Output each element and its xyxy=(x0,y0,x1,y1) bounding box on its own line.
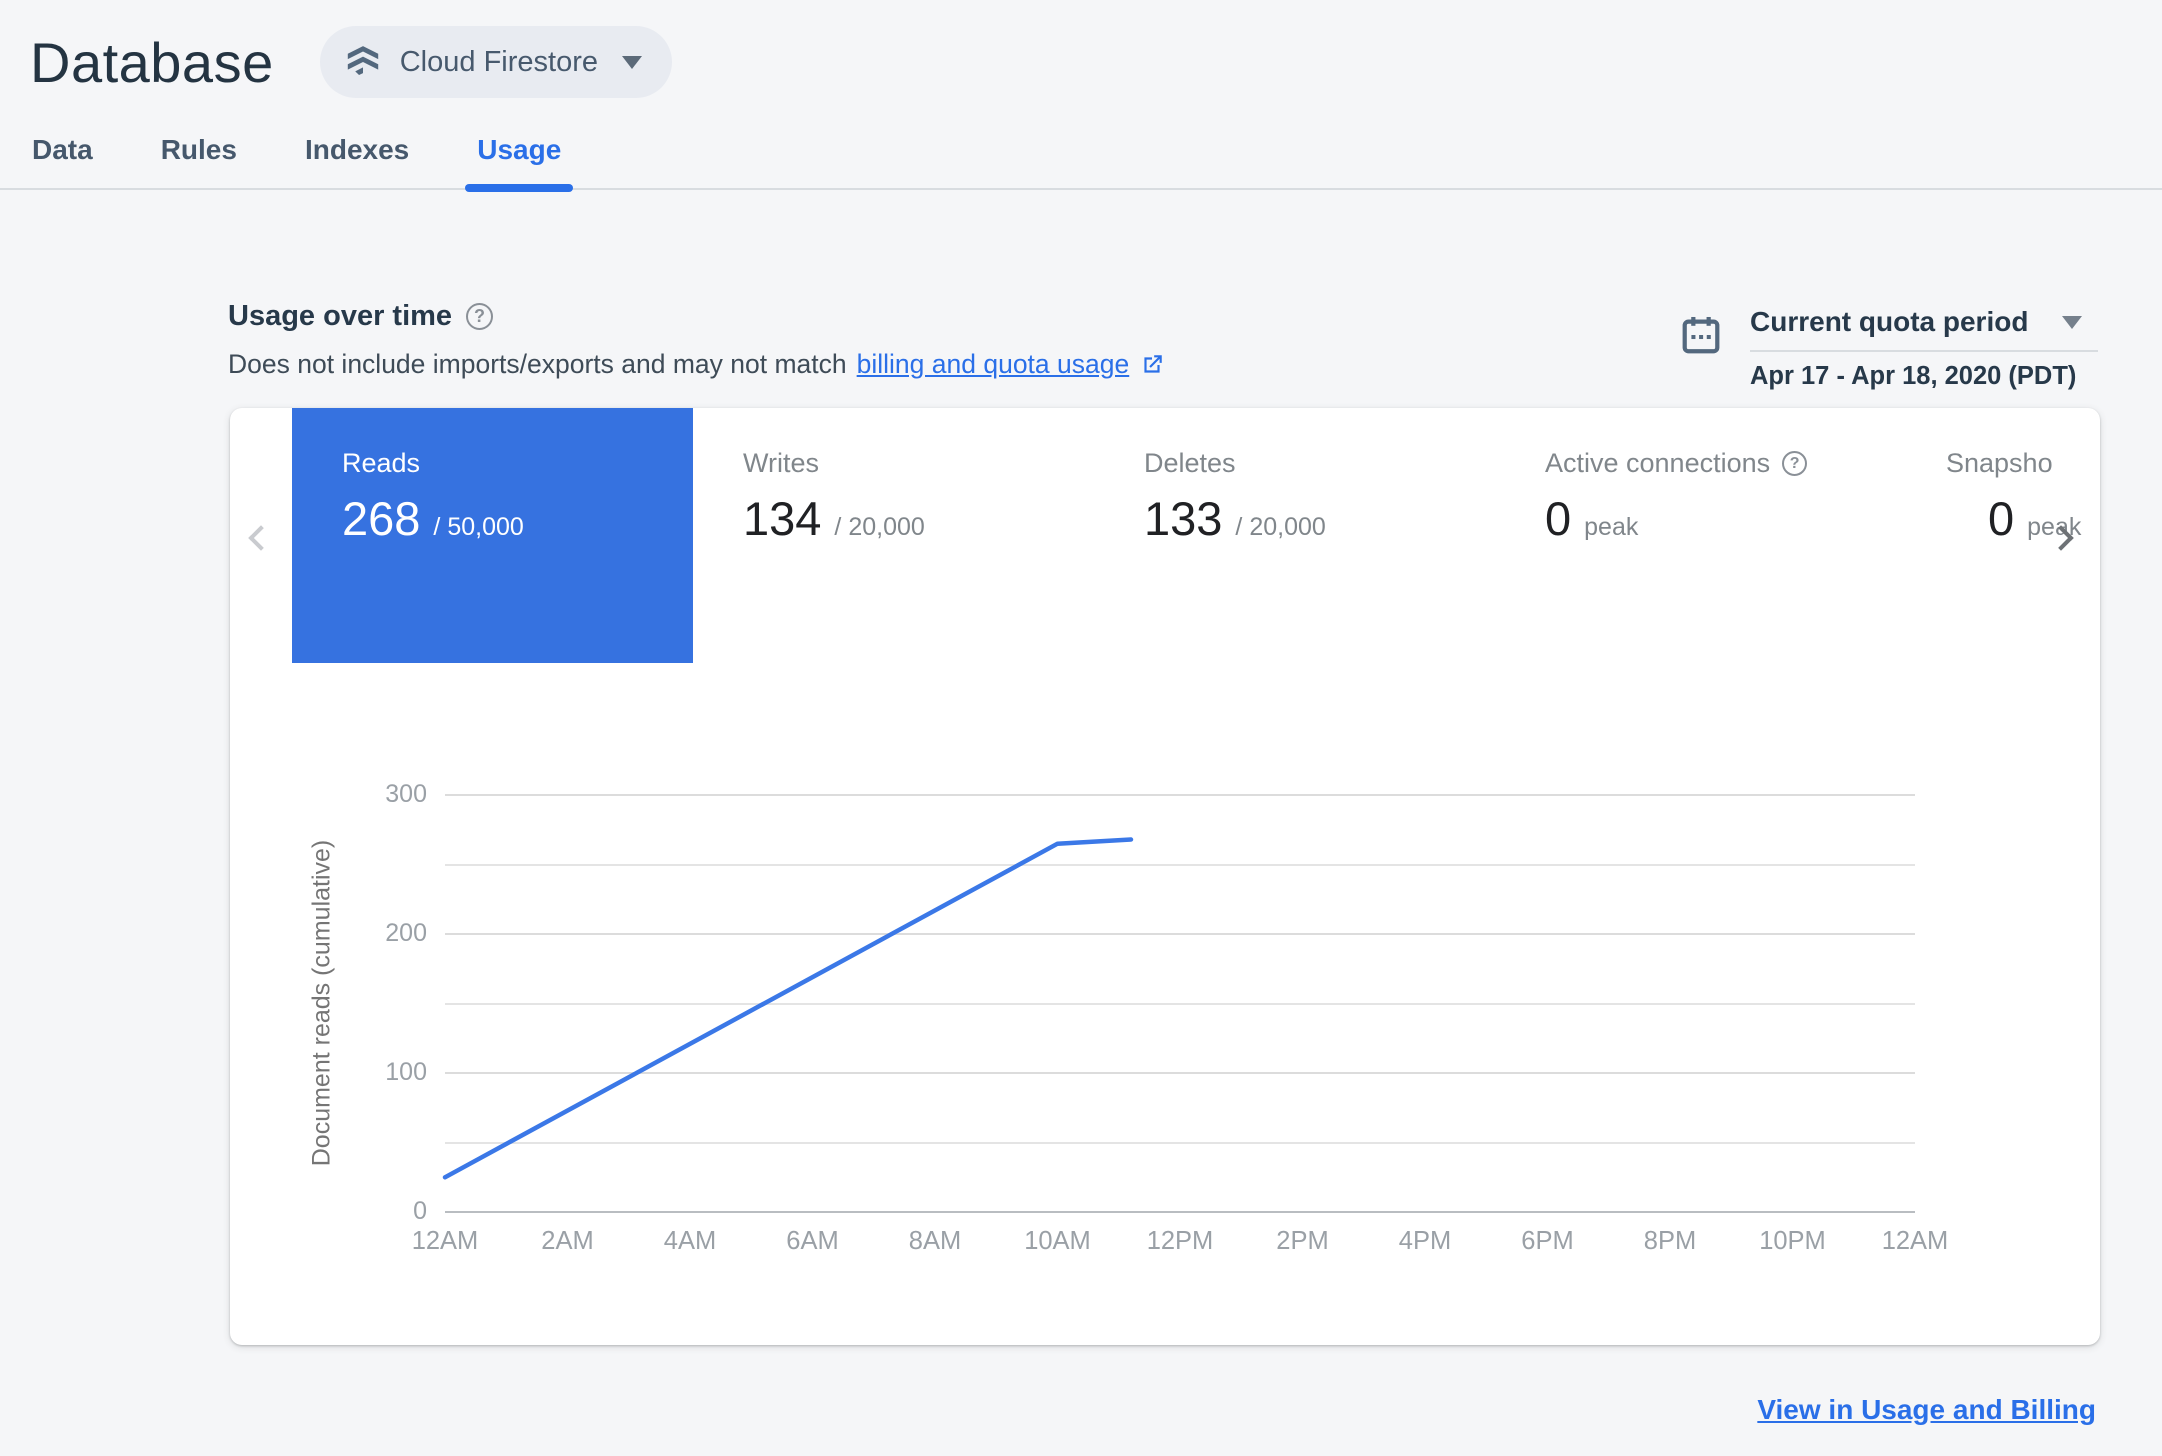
help-icon[interactable] xyxy=(1782,451,1808,476)
tab-indexes[interactable]: Indexes xyxy=(303,134,411,188)
x-tick-label: 2AM xyxy=(541,1227,594,1255)
metric-suffix: / 20,000 xyxy=(1235,513,1326,541)
usage-section-header: Usage over time Does not include imports… xyxy=(228,300,1165,380)
metric-label: Writes xyxy=(743,448,820,478)
metric-cards-row: Reads 268 / 50,000 Writes 134 / 20,000 D… xyxy=(292,408,2100,663)
metric-label: Active connections xyxy=(1545,448,1771,478)
tab-usage[interactable]: Usage xyxy=(465,134,574,192)
metric-card-reads[interactable]: Reads 268 / 50,000 xyxy=(292,408,693,663)
page-title: Database xyxy=(30,30,274,94)
x-tick-label: 8AM xyxy=(908,1227,962,1255)
x-tick-label: 4PM xyxy=(1398,1227,1452,1255)
x-tick-label: 6AM xyxy=(786,1227,839,1255)
billing-quota-usage-link[interactable]: billing and quota usage xyxy=(857,349,1130,380)
help-icon[interactable] xyxy=(466,303,494,330)
subtitle-text: Does not include imports/exports and may… xyxy=(228,349,847,379)
metric-card-deletes[interactable]: Deletes 133 / 20,000 xyxy=(1094,408,1495,663)
quota-period-dropdown[interactable]: Current quota period xyxy=(1750,306,2098,352)
x-tick-label: 12AM xyxy=(411,1227,479,1255)
chevron-down-icon xyxy=(2062,315,2082,329)
y-axis-title: Document reads (cumulative) xyxy=(307,839,336,1167)
cards-scroll-right-button[interactable] xyxy=(2048,520,2088,556)
metric-value: 133 xyxy=(1144,492,1223,545)
tab-rules[interactable]: Rules xyxy=(159,134,239,188)
database-product-selector[interactable]: Cloud Firestore xyxy=(319,26,672,98)
chevron-down-icon xyxy=(621,55,642,69)
x-tick-label: 10AM xyxy=(1024,1227,1091,1255)
y-tick-label: 200 xyxy=(385,919,427,947)
series-line xyxy=(442,837,1134,1180)
x-tick-label: 2PM xyxy=(1276,1227,1329,1255)
view-usage-billing-link[interactable]: View in Usage and Billing xyxy=(1757,1394,2096,1426)
calendar-icon xyxy=(1678,312,1724,358)
tab-bar: Data Rules Indexes Usage xyxy=(0,134,2162,192)
section-title: Usage over time xyxy=(228,300,453,332)
chevron-right-icon xyxy=(2048,525,2074,551)
x-tick-label: 8PM xyxy=(1643,1227,1697,1255)
usage-panel: Reads 268 / 50,000 Writes 134 / 20,000 D… xyxy=(230,408,2100,1345)
quota-period-selector: Current quota period Apr 17 - Apr 18, 20… xyxy=(1678,306,2098,391)
product-selector-label: Cloud Firestore xyxy=(399,45,598,78)
x-tick-label: 4AM xyxy=(663,1227,717,1255)
app-header: Database Cloud Firestore xyxy=(0,0,2162,98)
metric-value: 0 xyxy=(1988,492,2015,545)
chevron-left-icon xyxy=(248,525,274,551)
x-tick-label: 12PM xyxy=(1146,1227,1214,1255)
metric-suffix: peak xyxy=(1584,513,1639,541)
quota-period-range: Apr 17 - Apr 18, 2020 (PDT) xyxy=(1750,362,2077,390)
metric-label: Snapsho xyxy=(1946,448,2053,478)
metric-value: 134 xyxy=(743,492,822,545)
firestore-icon xyxy=(344,43,382,81)
quota-period-label: Current quota period xyxy=(1750,306,2029,337)
tab-data[interactable]: Data xyxy=(30,134,95,188)
y-tick-label: 0 xyxy=(413,1197,427,1225)
cards-scroll-left-button[interactable] xyxy=(244,520,280,556)
external-link-icon xyxy=(1139,352,1165,378)
section-subtitle: Does not include imports/exports and may… xyxy=(228,349,1165,380)
metric-value: 268 xyxy=(342,492,421,545)
y-tick-label: 100 xyxy=(385,1058,427,1086)
x-tick-label: 6PM xyxy=(1521,1227,1574,1255)
metric-suffix: / 50,000 xyxy=(433,513,524,541)
metric-label: Deletes xyxy=(1144,448,1236,478)
x-tick-label: 10PM xyxy=(1759,1227,1826,1255)
metric-value: 0 xyxy=(1545,492,1572,545)
metric-suffix: / 20,000 xyxy=(834,513,925,541)
usage-line-chart: 0 100 200 300 12AM 2AM 4AM 6AM 8AM 10AM 12PM 2PM 4PM… xyxy=(385,780,1948,1255)
y-tick-label: 300 xyxy=(385,780,427,808)
metric-card-writes[interactable]: Writes 134 / 20,000 xyxy=(693,408,1094,663)
metric-label: Reads xyxy=(342,448,421,478)
metric-card-active-connections[interactable]: Active connections 0 peak xyxy=(1495,408,1896,663)
x-tick-label: 12AM xyxy=(1881,1227,1949,1255)
